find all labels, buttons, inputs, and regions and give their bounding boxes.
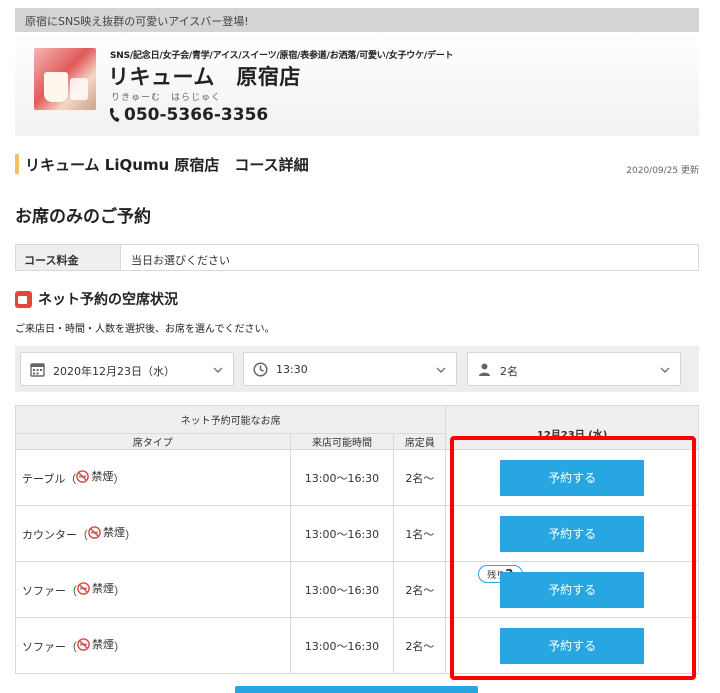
smoking-policy: 禁煙	[92, 582, 114, 596]
available-seats-header: ネット予約可能なお席	[14, 405, 447, 434]
store-kana: りきゅーむ はらじゅく	[111, 93, 222, 103]
availability-heading: ネット予約の空席状況	[15, 289, 178, 309]
bottom-action-button[interactable]	[235, 686, 478, 693]
table-row: ソファー（ 禁煙） 13:00～16:30 2名～ 予約する	[15, 617, 699, 674]
seat-type-cell: ソファー（ 禁煙）	[15, 561, 291, 618]
course-heading: お席のみのご予約	[15, 207, 151, 227]
store-header: SNS/記念日/女子会/青学/アイス/スイーツ/原宿/表参道/お洒落/可愛い/女…	[15, 32, 699, 136]
phone-text: 050-5366-3356	[124, 105, 269, 125]
seat-type-cell: カウンター（ 禁煙）	[15, 505, 291, 562]
chevron-down-icon	[660, 367, 670, 374]
availability-table: ネット予約可能なお席 12月23日 (水) 席タイプ 来店可能時間 席定員 テー…	[14, 405, 699, 674]
capacity-header: 席定員	[393, 433, 447, 450]
no-smoking-icon	[77, 637, 90, 651]
no-smoking-icon	[76, 469, 90, 483]
person-icon	[479, 363, 490, 376]
visit-time-cell: 13:00～16:30	[289, 449, 395, 506]
visit-time-cell: 13:00～16:30	[289, 505, 395, 562]
date-column-header: 12月23日 (水)	[445, 405, 699, 450]
visit-time-cell: 13:00～16:30	[289, 561, 395, 618]
chevron-down-icon	[436, 367, 446, 374]
no-smoking-icon	[88, 525, 101, 539]
reserve-cell: 予約する	[445, 617, 699, 674]
seat-type-header: 席タイプ	[15, 433, 291, 450]
table-row: ソファー（禁煙） 13:00～16:30 2名～ 残り2 予約する	[15, 561, 699, 618]
clock-icon	[253, 362, 268, 377]
seat-type-cell: テーブル（ 禁煙）	[15, 449, 291, 506]
table-row: カウンター（ 禁煙） 13:00～16:30 1名～ 予約する	[15, 505, 699, 562]
filter-bar: 2020年12月23日（水） 13:30 2名	[15, 346, 699, 392]
capacity-cell: 2名～	[393, 561, 447, 618]
seat-type: ソファー	[22, 584, 66, 598]
availability-instruction: ご来店日・時間・人数を選択後、お席を選んでください。	[15, 324, 275, 335]
time-select[interactable]: 13:30	[243, 352, 457, 386]
reserve-button[interactable]: 予約する	[500, 459, 645, 496]
top-banner: 原宿にSNS映え抜群の可愛いアイスバー登場!	[15, 8, 699, 32]
no-smoking-icon	[77, 581, 90, 595]
capacity-cell: 2名～	[393, 449, 447, 506]
smoking-policy: 禁煙	[92, 638, 114, 652]
reserve-cell: 残り2 予約する	[445, 561, 699, 618]
seat-type: ソファー	[22, 640, 66, 654]
people-select[interactable]: 2名	[467, 352, 681, 386]
reserve-button[interactable]: 予約する	[500, 571, 645, 608]
reserve-button[interactable]: 予約する	[500, 515, 645, 552]
banner-text: 原宿にSNS映え抜群の可愛いアイスバー登場!	[25, 15, 249, 28]
chevron-down-icon	[213, 367, 223, 374]
updated-date: 2020/09/25 更新	[626, 166, 699, 176]
capacity-cell: 2名～	[393, 617, 447, 674]
seat-type: テーブル	[22, 472, 66, 486]
people-select-value: 2名	[500, 365, 518, 378]
visit-time-cell: 13:00～16:30	[289, 617, 395, 674]
phone-number[interactable]: 050-5366-3356	[108, 105, 268, 125]
date-select-value: 2020年12月23日（水）	[53, 365, 175, 378]
page-title-row: リキューム LiQumu 原宿店 コース詳細 2020/09/25 更新	[15, 152, 699, 176]
fee-value: 当日お選びください	[131, 254, 230, 267]
reserve-button[interactable]: 予約する	[500, 627, 645, 664]
visit-time-header: 来店可能時間	[289, 433, 395, 450]
time-select-value: 13:30	[276, 363, 308, 376]
store-tags: SNS/記念日/女子会/青学/アイス/スイーツ/原宿/表参道/お洒落/可愛い/女…	[110, 51, 454, 61]
store-name[interactable]: リキューム 原宿店	[108, 61, 301, 91]
seat-type-cell: ソファー（ 禁煙）	[15, 617, 291, 674]
smoking-policy: 禁煙	[91, 470, 114, 484]
date-select[interactable]: 2020年12月23日（水）	[20, 352, 234, 386]
store-photo[interactable]	[34, 48, 96, 110]
calendar-icon	[30, 363, 45, 377]
table-row: テーブル（ 禁煙） 13:00～16:30 2名～ 予約する	[15, 449, 699, 506]
capacity-cell: 1名～	[393, 505, 447, 562]
title-accent-bar	[15, 154, 19, 174]
availability-heading-text: ネット予約の空席状況	[38, 292, 178, 308]
phone-icon	[109, 108, 120, 122]
smoking-policy: 禁煙	[103, 526, 125, 540]
seat-type: カウンター	[22, 528, 77, 542]
calendar-check-icon	[15, 290, 32, 308]
course-fee-table: コース料金 当日お選びください	[15, 244, 699, 271]
reserve-cell: 予約する	[445, 449, 699, 506]
fee-label: コース料金	[16, 245, 121, 270]
page-title: リキューム LiQumu 原宿店 コース詳細	[25, 156, 309, 174]
reserve-cell: 予約する	[445, 505, 699, 562]
